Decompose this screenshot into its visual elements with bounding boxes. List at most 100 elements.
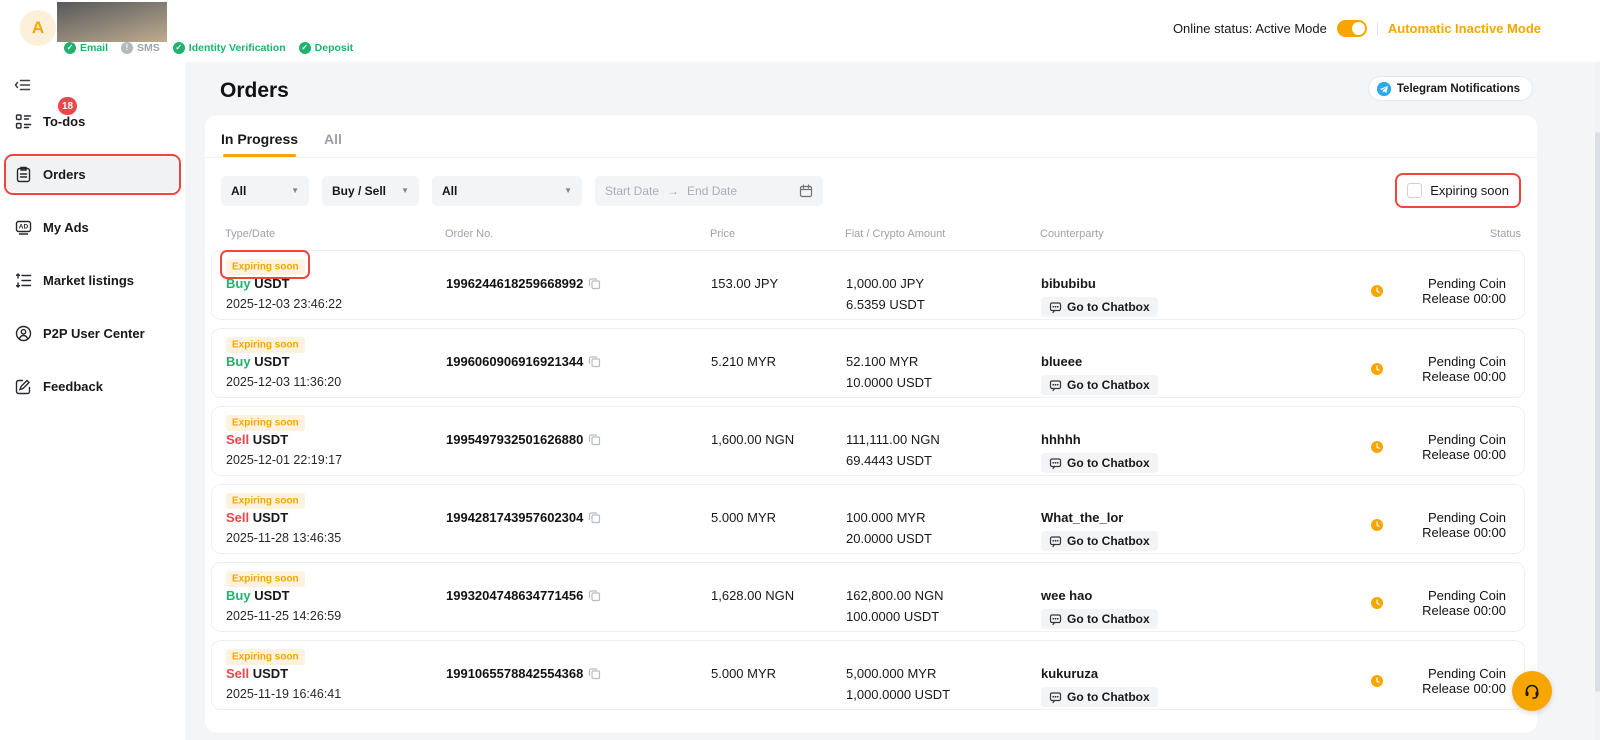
type-filter-dropdown[interactable]: All ▼ [221,176,309,206]
order-date: 2025-11-19 16:46:41 [226,687,446,701]
cell-status: Pending Coin Release 00:00 [1371,510,1514,540]
order-asset: USDT [254,354,289,369]
expiring-soon-tag: Expiring soon [226,649,305,665]
telegram-notifications-button[interactable]: Telegram Notifications [1368,76,1533,101]
go-to-chatbox-button[interactable]: Go to Chatbox [1041,297,1158,317]
order-row[interactable]: Expiring soon Sell USDT 2025-11-28 13:46… [211,484,1525,554]
cell-order-no: 1993204748634771456 [446,588,711,603]
cell-type-date: Buy USDT 2025-12-03 11:36:20 [226,354,446,389]
cell-price: 5.210 MYR [711,354,846,369]
order-tabs: In Progress All [205,115,1537,157]
chatbox-button-label: Go to Chatbox [1067,534,1150,548]
start-date-input[interactable]: Start Date [605,184,659,198]
copy-icon[interactable] [588,667,601,680]
customer-support-button[interactable] [1512,671,1552,711]
status-filter-value: All [442,184,457,198]
expiring-soon-label: Expiring soon [1430,183,1509,198]
go-to-chatbox-button[interactable]: Go to Chatbox [1041,687,1158,707]
sidebar-item-my-ads[interactable]: AD My Ads [6,210,179,245]
counterparty-name[interactable]: What_the_lor [1041,510,1371,525]
sidebar-item-feedback[interactable]: Feedback [6,369,179,404]
sidebar-item-label: Market listings [43,273,134,288]
fiat-amount: 1,000.00 JPY [846,276,1041,291]
order-row[interactable]: Expiring soon Buy USDT 2025-12-03 11:36:… [211,328,1525,398]
sidebar-collapse-icon[interactable] [14,76,32,94]
expiring-soon-filter[interactable]: Expiring soon [1395,175,1521,206]
copy-icon[interactable] [588,433,601,446]
cell-amount: 162,800.00 NGN 100.0000 USDT [846,588,1041,624]
fiat-amount: 111,111.00 NGN [846,432,1041,447]
automatic-inactive-mode-link[interactable]: Automatic Inactive Mode [1388,21,1541,36]
crypto-amount: 20.0000 USDT [846,531,1041,546]
counterparty-name[interactable]: hhhhh [1041,432,1371,447]
check-icon: ✓ [299,42,311,54]
order-row[interactable]: Expiring soon Sell USDT 2025-12-01 22:19… [211,406,1525,476]
go-to-chatbox-button[interactable]: Go to Chatbox [1041,609,1158,629]
cell-amount: 1,000.00 JPY 6.5359 USDT [846,276,1041,312]
sidebar-item-todos[interactable]: To-dos 18 [6,104,179,139]
copy-icon[interactable] [588,355,601,368]
check-icon: ✓ [173,42,185,54]
sidebar-item-label: To-dos [43,114,85,129]
date-range-picker[interactable]: Start Date → End Date [595,176,823,206]
chat-bubble-icon [1049,379,1062,392]
fiat-amount: 162,800.00 NGN [846,588,1041,603]
order-row[interactable]: Expiring soon Sell USDT 2025-11-19 16:46… [211,640,1525,710]
online-status-toggle[interactable] [1337,20,1367,37]
order-row[interactable]: Expiring soon Buy USDT 2025-11-25 14:26:… [211,562,1525,632]
verification-badges: ✓ Email ! SMS ✓ Identity Verification ✓ … [64,42,353,54]
pending-clock-icon [1371,519,1383,531]
sidebar-item-label: Orders [43,167,86,182]
expiring-soon-checkbox[interactable] [1407,183,1422,198]
svg-text:AD: AD [19,224,29,231]
crypto-amount: 6.5359 USDT [846,297,1041,312]
filter-bar: All ▼ Buy / Sell ▼ All ▼ Start Date → En… [205,158,1537,206]
copy-icon[interactable] [588,589,601,602]
chat-bubble-icon [1049,301,1062,314]
sidebar-item-market-listings[interactable]: Market listings [6,263,179,298]
side-filter-dropdown[interactable]: Buy / Sell ▼ [322,176,419,206]
counterparty-name[interactable]: blueee [1041,354,1371,369]
telegram-button-label: Telegram Notifications [1397,83,1520,95]
chatbox-button-label: Go to Chatbox [1067,612,1150,626]
order-number: 1994281743957602304 [446,510,583,525]
toggle-knob [1352,22,1365,35]
chat-bubble-icon [1049,613,1062,626]
expiring-soon-tag: Expiring soon [226,415,305,431]
order-number: 1993204748634771456 [446,588,583,603]
counterparty-name[interactable]: kukuruza [1041,666,1371,681]
go-to-chatbox-button[interactable]: Go to Chatbox [1041,453,1158,473]
top-header: A ✓ Email ! SMS ✓ Identity Verification … [0,0,1600,62]
cell-order-no: 1996060906916921344 [446,354,711,369]
status-filter-dropdown[interactable]: All ▼ [432,176,582,206]
sidebar-item-p2p-user-center[interactable]: P2P User Center [6,316,179,351]
copy-icon[interactable] [588,277,601,290]
go-to-chatbox-button[interactable]: Go to Chatbox [1041,375,1158,395]
tab-in-progress[interactable]: In Progress [221,131,298,157]
counterparty-name[interactable]: wee hao [1041,588,1371,603]
order-row[interactable]: Expiring soon Buy USDT 2025-12-03 23:46:… [211,250,1525,320]
type-filter-value: All [231,184,246,198]
expiring-soon-tag: Expiring soon [226,571,305,587]
cell-status: Pending Coin Release 00:00 [1371,276,1514,306]
sidebar-item-orders[interactable]: Orders [6,157,179,192]
chevron-down-icon: ▼ [564,186,572,195]
chatbox-button-label: Go to Chatbox [1067,378,1150,392]
chat-bubble-icon [1049,457,1062,470]
cell-status: Pending Coin Release 00:00 [1371,432,1514,462]
cell-order-no: 1996244618259668992 [446,276,711,291]
calendar-icon [799,184,813,198]
scrollbar-thumb[interactable] [1595,132,1600,692]
counterparty-name[interactable]: bibubibu [1041,276,1371,291]
order-date: 2025-11-25 14:26:59 [226,609,446,623]
go-to-chatbox-button[interactable]: Go to Chatbox [1041,531,1158,551]
expiring-soon-tag-wrap: Expiring soon [226,646,305,664]
orders-list: Expiring soon Buy USDT 2025-12-03 23:46:… [205,250,1537,710]
cell-type-date: Sell USDT 2025-11-28 13:46:35 [226,510,446,545]
tab-all[interactable]: All [324,131,342,157]
copy-icon[interactable] [588,511,601,524]
cell-status: Pending Coin Release 00:00 [1371,588,1514,618]
end-date-input[interactable]: End Date [687,184,737,198]
avatar[interactable]: A [20,10,56,46]
scrollbar-track[interactable] [1595,62,1600,740]
